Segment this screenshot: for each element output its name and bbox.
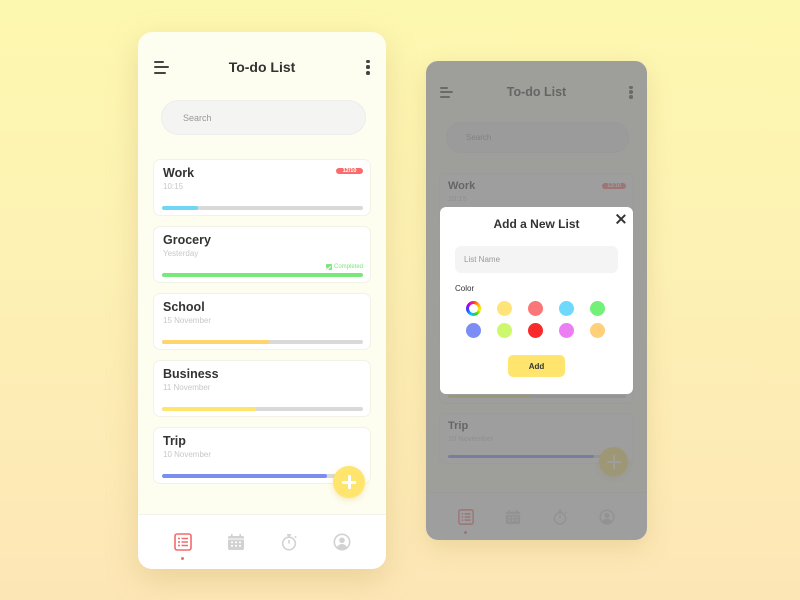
list-name: School: [163, 300, 205, 314]
progress-bar: [162, 273, 363, 277]
progress-fill: [162, 474, 327, 478]
color-picker: [466, 301, 608, 338]
user-icon: [333, 533, 350, 551]
search-placeholder: Search: [183, 112, 212, 123]
list-subtitle: 10 November: [163, 450, 212, 459]
phone-add-list-screen: To-do List Search Work 10:15 12/10 Groce…: [426, 61, 647, 540]
progress-bar: [162, 206, 363, 210]
custom-color-wheel-icon[interactable]: [466, 301, 481, 316]
color-swatch[interactable]: [528, 301, 543, 316]
list-icon: [173, 533, 192, 551]
list-card-business[interactable]: Business 11 November: [153, 360, 371, 417]
color-swatch[interactable]: [497, 323, 512, 338]
close-icon[interactable]: [615, 214, 625, 224]
modal-title: Add a New List: [493, 217, 580, 231]
progress-fill: [162, 407, 257, 411]
checkbox-checked-icon: [325, 264, 332, 270]
color-swatch[interactable]: [528, 323, 543, 338]
list-subtitle: 11 November: [163, 383, 211, 392]
active-indicator: [181, 557, 184, 560]
phone-main-screen: To-do List Search Work 10:15 12/10 Groce…: [138, 32, 386, 569]
count-badge: 12/10: [336, 168, 363, 174]
color-swatch[interactable]: [590, 301, 605, 316]
app-header: To-do List: [138, 54, 386, 80]
list-card-grocery[interactable]: Grocery Yesterday Completed: [153, 226, 371, 283]
list-subtitle: 15 November: [163, 316, 212, 325]
list-name-input[interactable]: [455, 246, 618, 273]
progress-bar: [162, 407, 363, 411]
progress-bar: [162, 340, 363, 344]
progress-fill: [162, 273, 363, 277]
progress-fill: [162, 206, 199, 210]
bottom-nav: [138, 514, 386, 569]
search-input[interactable]: Search: [161, 100, 366, 135]
list-card-work[interactable]: Work 10:15 12/10: [153, 159, 371, 216]
more-options-icon[interactable]: [365, 59, 371, 75]
color-swatch[interactable]: [497, 301, 512, 316]
plus-icon: [342, 475, 356, 489]
status-label: Completed: [333, 264, 363, 270]
stopwatch-icon: [281, 534, 296, 551]
nav-item-calendar[interactable]: [227, 533, 245, 551]
color-swatch[interactable]: [466, 323, 481, 338]
color-label: Color: [455, 284, 475, 293]
todo-lists: Work 10:15 12/10 Grocery Yesterday Compl…: [153, 159, 371, 484]
list-subtitle: Yesterday: [163, 249, 199, 258]
color-swatch[interactable]: [559, 323, 574, 338]
list-name: Grocery: [163, 233, 211, 247]
page-title: To-do List: [228, 59, 296, 75]
add-button[interactable]: Add: [508, 355, 565, 377]
nav-item-profile[interactable]: [333, 533, 351, 551]
add-list-button[interactable]: [333, 466, 365, 498]
list-name: Trip: [163, 434, 186, 448]
progress-fill: [162, 340, 269, 344]
color-swatch[interactable]: [590, 323, 605, 338]
completed-status: Completed: [325, 264, 363, 270]
list-name: Business: [163, 367, 219, 381]
menu-icon[interactable]: [154, 60, 169, 74]
nav-item-lists[interactable]: [173, 533, 192, 560]
nav-item-timer[interactable]: [280, 533, 298, 551]
add-list-modal: Add a New List Color Add: [440, 207, 633, 394]
list-subtitle: 10:15: [163, 182, 184, 191]
list-name: Work: [163, 166, 195, 180]
calendar-icon: [227, 534, 244, 550]
color-swatch[interactable]: [559, 301, 574, 316]
list-card-school[interactable]: School 15 November: [153, 293, 371, 350]
